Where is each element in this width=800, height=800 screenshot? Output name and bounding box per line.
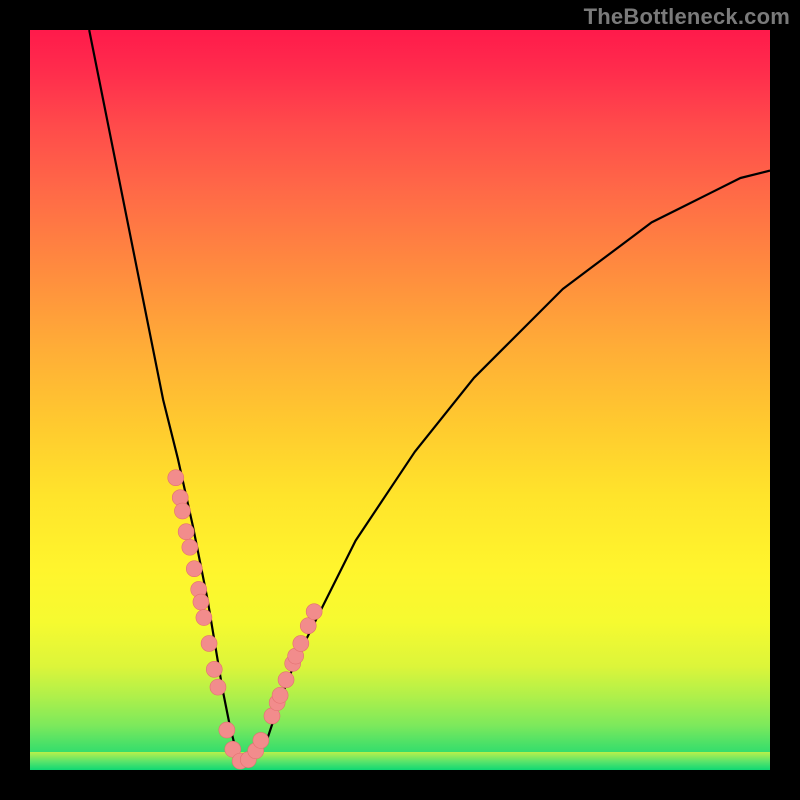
highlight-dot bbox=[306, 604, 322, 620]
highlight-dot bbox=[201, 635, 217, 651]
highlight-dot bbox=[168, 470, 184, 486]
watermark-text: TheBottleneck.com bbox=[584, 4, 790, 30]
highlight-dot bbox=[210, 679, 226, 695]
highlight-dot bbox=[186, 561, 202, 577]
highlight-dot bbox=[253, 732, 269, 748]
highlight-dot bbox=[178, 524, 194, 540]
highlight-dot bbox=[219, 722, 235, 738]
highlight-dot bbox=[272, 687, 288, 703]
highlight-dot bbox=[278, 672, 294, 688]
highlight-dot bbox=[174, 503, 190, 519]
highlight-dot bbox=[193, 594, 209, 610]
highlight-dot bbox=[182, 539, 198, 555]
plot-area bbox=[30, 30, 770, 770]
highlight-dot bbox=[196, 610, 212, 626]
highlight-dot bbox=[300, 618, 316, 634]
chart-frame: TheBottleneck.com line bbox=[0, 0, 800, 800]
highlight-dot bbox=[206, 661, 222, 677]
chart-type: line bbox=[0, 0, 1, 1]
highlight-dot bbox=[293, 635, 309, 651]
